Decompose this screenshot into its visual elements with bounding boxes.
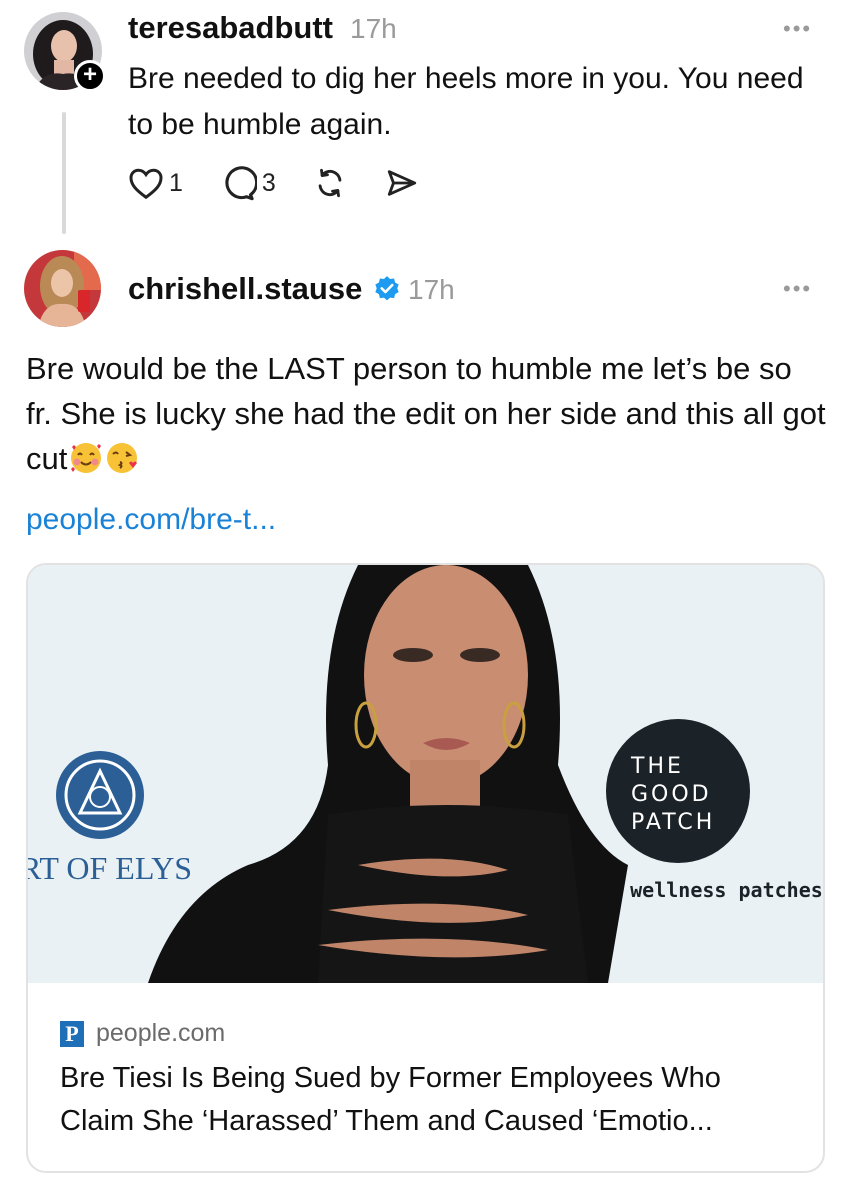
article-link[interactable]: people.com/bre-t... [26, 503, 276, 537]
verified-badge-icon [373, 275, 401, 308]
card-source-domain: people.com [96, 1019, 226, 1047]
post2-text-body: Bre would be the LAST person to humble m… [26, 351, 826, 476]
post2-more-button[interactable]: ••• [783, 276, 812, 302]
repost-button[interactable] [312, 166, 348, 200]
badge-line1: THE [630, 754, 684, 779]
link-preview-card[interactable]: RT OF ELYS THE GOOD PATCH le wellness pa… [26, 563, 825, 1173]
post2-username[interactable]: chrishell.stause [128, 271, 362, 307]
post1-more-button[interactable]: ••• [783, 16, 812, 42]
send-icon [384, 166, 420, 200]
post2-time: 17h [408, 274, 455, 305]
badge-line2: GOOD [631, 782, 712, 807]
post2-text: Bre would be the LAST person to humble m… [26, 346, 826, 481]
repost-icon [312, 166, 348, 200]
smiling-face-with-hearts-emoji [69, 441, 103, 475]
thread-line [62, 112, 66, 234]
like-button[interactable]: 1 [128, 166, 183, 200]
like-count: 1 [169, 168, 183, 197]
follow-plus-button[interactable]: + [74, 60, 106, 92]
kissing-face-emoji [105, 441, 139, 475]
heart-icon [128, 166, 164, 200]
comment-icon [219, 165, 257, 201]
badge-line3: PATCH [631, 810, 715, 835]
card-source: P people.com [60, 1019, 225, 1048]
avatar-chrishell-stause[interactable] [24, 250, 101, 327]
people-logo-icon: P [60, 1020, 84, 1047]
art-of-elysium-text: RT OF ELYS [28, 850, 192, 886]
post1-username[interactable]: teresabadbutt [128, 10, 333, 46]
post1-time: 17h [350, 13, 397, 44]
article-image: RT OF ELYS THE GOOD PATCH le wellness pa… [28, 565, 823, 983]
wellness-text: le wellness patches [594, 878, 823, 902]
card-title[interactable]: Bre Tiesi Is Being Sued by Former Employ… [60, 1057, 800, 1143]
post1-actions: 1 3 [128, 165, 456, 201]
post1-text: Bre needed to dig her heels more in you.… [128, 62, 804, 141]
share-button[interactable] [384, 166, 420, 200]
reply-button[interactable]: 3 [219, 165, 276, 201]
reply-count: 3 [261, 168, 276, 197]
